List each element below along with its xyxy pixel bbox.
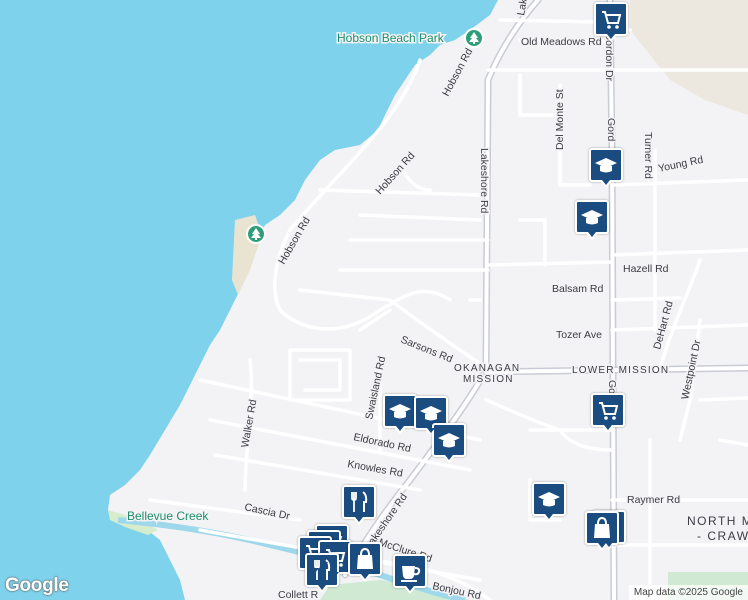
shopping-bag-icon: [357, 547, 373, 569]
area-label-mission: MISSION: [463, 374, 514, 385]
area-label-craw: - CRAW: [697, 529, 748, 543]
school-icon: [538, 492, 560, 507]
poi-school-2[interactable]: [575, 200, 609, 240]
poi-restaurant-1[interactable]: [342, 485, 376, 525]
shopping-cart-icon: [599, 402, 619, 420]
area-label-lower-mission: LOWER MISSION: [572, 365, 669, 376]
school-icon: [389, 404, 411, 419]
poi-grocery-lower[interactable]: [591, 393, 625, 433]
cafe-icon: [401, 566, 421, 582]
map-data-credits[interactable]: Map data ©2025 Google: [628, 585, 748, 600]
park-pin-beach[interactable]: [246, 224, 266, 244]
poi-school-1[interactable]: [589, 148, 623, 188]
poi-store-cluster[interactable]: [348, 542, 382, 582]
school-icon: [595, 158, 617, 173]
poi-school-3[interactable]: [383, 394, 417, 434]
school-icon: [438, 433, 460, 448]
road-label-gordon-mid: Gord: [605, 118, 617, 142]
road-label-hazell: Hazell Rd: [623, 263, 669, 275]
shopping-cart-icon: [602, 11, 622, 29]
poi-store-right[interactable]: [585, 511, 619, 551]
creek-label: Bellevue Creek: [127, 509, 209, 523]
road-label-collett: Collett R: [278, 589, 319, 600]
road-label-del-monte: Del Monte St: [554, 89, 566, 150]
school-icon: [581, 210, 603, 225]
poi-cafe[interactable]: [393, 554, 427, 594]
park-label-hobson-beach: Hobson Beach Park: [337, 31, 445, 45]
road-label-raymer: Raymer Rd: [627, 494, 680, 506]
area-label-okanagan: OKANAGAN: [454, 363, 520, 374]
road-label-old-meadows: Old Meadows Rd: [521, 36, 602, 48]
road-label-turner: Turner Rd: [642, 132, 654, 179]
poi-grocery-top[interactable]: [594, 2, 628, 42]
road-label-tozer: Tozer Ave: [556, 329, 602, 341]
google-logo: Google: [5, 575, 69, 596]
tree-icon: [469, 32, 479, 44]
park-pin-hobson-beach[interactable]: [464, 28, 484, 48]
poi-school-5[interactable]: [432, 423, 466, 463]
restaurant-icon: [351, 491, 368, 512]
area-label-north-m: NORTH M: [687, 514, 748, 528]
road-label-balsam: Balsam Rd: [552, 283, 604, 295]
shopping-bag-icon: [594, 516, 610, 538]
poi-school-6[interactable]: [532, 482, 566, 522]
road-label-lakeshore: Lakeshore Rd: [478, 148, 490, 214]
tree-icon: [251, 228, 261, 240]
